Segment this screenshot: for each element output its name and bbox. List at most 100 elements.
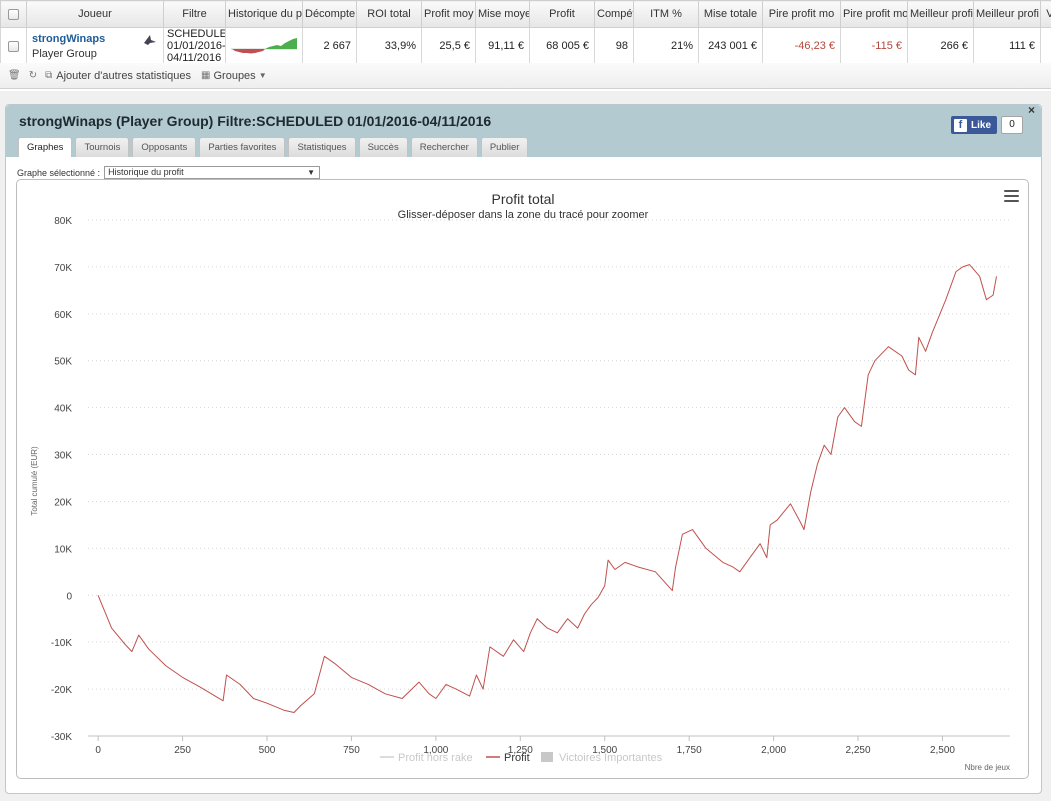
x-tick-label: 2,250: [846, 745, 871, 756]
filter-line: 01/01/2016-: [167, 40, 226, 52]
legend-item[interactable]: Profit: [504, 752, 530, 764]
col-header-vi[interactable]: Vi: [1040, 0, 1051, 28]
col-header-roi-total[interactable]: ROI total: [356, 0, 422, 28]
panel-title-filter: SCHEDULED 01/01/2016-04/11/2016: [256, 113, 492, 129]
mise-totale-value: 243 001 €: [698, 27, 763, 65]
table-row[interactable]: strongWinaps Player Group SCHEDULED 01/0…: [0, 27, 1051, 65]
groups-dropdown[interactable]: ▦ Groupes ▼: [201, 70, 267, 82]
pire-profit-2-value: -115 €: [840, 27, 908, 65]
tab-succes[interactable]: Succès: [358, 137, 408, 157]
y-tick-label: 20K: [54, 497, 72, 508]
refresh-icon[interactable]: ↻: [29, 70, 37, 81]
x-tick-label: 1,750: [677, 745, 702, 756]
tab-statistiques[interactable]: Statistiques: [288, 137, 356, 157]
player-link[interactable]: strongWinaps: [32, 33, 158, 45]
graph-select-value: Historique du profit: [108, 167, 184, 177]
pire-profit-1-value: -46,23 €: [762, 27, 841, 65]
groups-icon: ▦: [201, 70, 211, 81]
col-header-pire-profit-1[interactable]: Pire profit mo: [762, 0, 841, 28]
col-header-historique[interactable]: Historique du p: [225, 0, 303, 28]
y-tick-label: -30K: [51, 732, 72, 743]
tab-parties-favorites[interactable]: Parties favorites: [199, 137, 286, 157]
facebook-like-label: Like: [971, 119, 992, 131]
x-tick-label: 2,500: [930, 745, 955, 756]
x-tick-label: 500: [259, 745, 276, 756]
profit-value: 68 005 €: [529, 27, 595, 65]
col-header-joueur[interactable]: Joueur: [26, 0, 164, 28]
tab-opposants[interactable]: Opposants: [132, 137, 197, 157]
checkbox-icon: [8, 8, 19, 20]
col-header-itm[interactable]: ITM %: [633, 0, 699, 28]
y-tick-label: 80K: [54, 216, 72, 227]
col-header-mise-totale[interactable]: Mise totale: [698, 0, 763, 28]
profit-chart[interactable]: Profit total Glisser-déposer dans la zon…: [17, 180, 1028, 778]
table-toolbar: 🗑 ↻ ⧉ Ajouter d'autres statistiques ▦ Gr…: [0, 63, 1051, 89]
col-header-profit[interactable]: Profit: [529, 0, 595, 28]
meilleur-profit-1-value: 266 €: [907, 27, 974, 65]
facebook-like-button[interactable]: f Like: [951, 116, 997, 134]
tab-publier[interactable]: Publier: [480, 137, 529, 157]
col-header-meilleur-profit-2[interactable]: Meilleur profi: [973, 0, 1041, 28]
col-header-mise-moy[interactable]: Mise moye: [475, 0, 530, 28]
y-tick-label: 0: [66, 591, 72, 602]
close-icon[interactable]: ×: [1028, 103, 1035, 117]
add-stats-label: Ajouter d'autres statistiques: [56, 69, 192, 82]
profit-moy-value: 25,5 €: [421, 27, 476, 65]
graph-select-row: Graphe sélectionné : Historique du profi…: [17, 166, 321, 179]
x-tick-label: 750: [343, 745, 360, 756]
itm-value: 21%: [633, 27, 699, 65]
add-stats-icon: ⧉: [45, 70, 53, 81]
stats-table: Joueur Filtre Historique du p Décompte R…: [0, 0, 1051, 65]
y-tick-label: -10K: [51, 638, 72, 649]
x-tick-label: 0: [95, 745, 101, 756]
row-checkbox[interactable]: [0, 27, 27, 65]
facebook-icon: f: [954, 118, 967, 132]
col-header-meilleur-profit-1[interactable]: Meilleur profi: [907, 0, 974, 28]
trash-icon[interactable]: 🗑: [8, 70, 21, 81]
chart-menu-icon[interactable]: [1004, 190, 1019, 202]
x-axis-label: Nbre de jeux: [965, 763, 1010, 772]
profit-sparkline: [231, 37, 297, 53]
y-axis-ticks: -30K -20K -10K 0 10K 20K 30K 40K 50K 60K 70K 80K: [51, 216, 73, 743]
tab-rechercher[interactable]: Rechercher: [410, 137, 478, 157]
chart-series: [97, 264, 997, 713]
y-tick-label: 10K: [54, 544, 72, 555]
x-tick-label: 2,000: [761, 745, 786, 756]
sparkline-cell: [225, 27, 303, 65]
add-stats-button[interactable]: ⧉ Ajouter d'autres statistiques: [45, 70, 191, 82]
competitions-value: 98: [594, 27, 634, 65]
tab-graphes[interactable]: Graphes: [18, 137, 73, 157]
select-all-checkbox[interactable]: [0, 0, 27, 28]
y-axis-label: Total cumulé (EUR): [30, 446, 39, 516]
tab-tournois[interactable]: Tournois: [75, 137, 130, 157]
stats-table-area: Joueur Filtre Historique du p Décompte R…: [0, 0, 1051, 91]
groups-label: Groupes: [213, 69, 256, 82]
col-header-profit-moy[interactable]: Profit moy: [421, 0, 476, 28]
chevron-down-icon: ▼: [258, 71, 267, 80]
col-header-filtre[interactable]: Filtre: [163, 0, 226, 28]
col-header-competitions[interactable]: Compét: [594, 0, 634, 28]
chart-legend: Profit hors rake Profit Victoires Importan…: [380, 752, 663, 764]
chart-subtitle: Glisser-déposer dans la zone du tracé po…: [398, 209, 649, 221]
y-tick-label: 30K: [54, 451, 72, 462]
profit-chart-container: Profit total Glisser-déposer dans la zon…: [16, 179, 1029, 779]
panel-tabs: Graphes Tournois Opposants Parties favor…: [18, 137, 531, 157]
col-header-decompte[interactable]: Décompte: [302, 0, 357, 28]
y-tick-label: 40K: [54, 404, 72, 415]
y-tick-label: 60K: [54, 310, 72, 321]
profit-series-line[interactable]: [97, 264, 997, 713]
filter-cell: SCHEDULED 01/01/2016- 04/11/2016: [163, 27, 226, 65]
y-tick-label: -20K: [51, 685, 72, 696]
x-tick-label: 250: [174, 745, 191, 756]
legend-item[interactable]: Profit hors rake: [398, 752, 473, 764]
y-tick-label: 50K: [54, 357, 72, 368]
graph-select[interactable]: Historique du profit ▼: [104, 166, 321, 179]
legend-swatch: [541, 752, 553, 762]
col-header-pire-profit-2[interactable]: Pire profit mo: [840, 0, 908, 28]
panel-title: strongWinaps (Player Group) Filtre:SCHED…: [19, 113, 491, 129]
graph-select-label: Graphe sélectionné :: [17, 167, 101, 178]
y-tick-label: 70K: [54, 263, 72, 274]
chart-title: Profit total: [491, 191, 554, 207]
legend-item[interactable]: Victoires Importantes: [559, 752, 663, 764]
checkbox-icon: [8, 40, 19, 52]
